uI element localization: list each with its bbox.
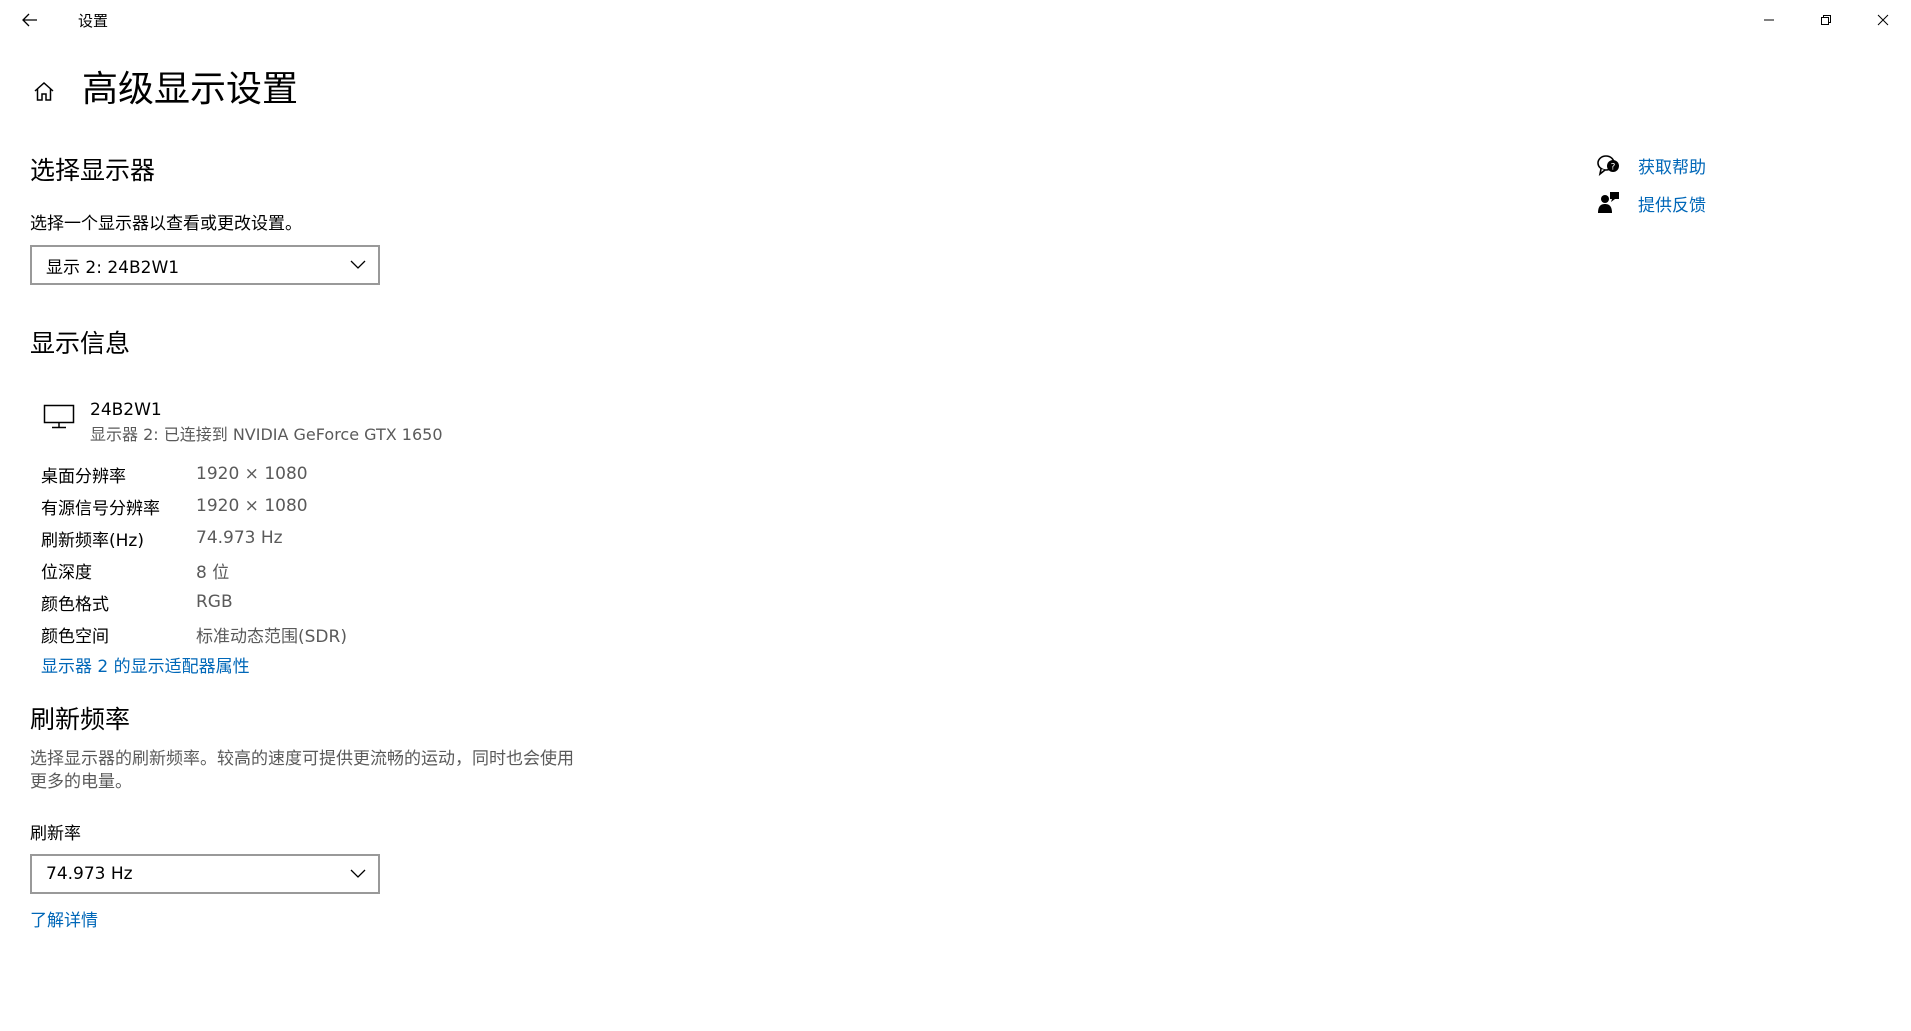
info-value: 1920 × 1080 [196, 464, 308, 484]
close-button[interactable] [1854, 0, 1911, 40]
refresh-description-line2: 更多的电量。 [30, 772, 132, 792]
chevron-down-icon [350, 869, 366, 878]
display-info-heading: 显示信息 [30, 329, 131, 358]
info-row-bit-depth: 位深度 8 位 [41, 554, 347, 586]
help-chat-icon: ? [1596, 152, 1622, 178]
info-key: 颜色空间 [41, 626, 109, 647]
home-icon [34, 81, 54, 101]
display-adapter-properties-link[interactable]: 显示器 2 的显示适配器属性 [41, 656, 250, 678]
refresh-rate-heading: 刷新频率 [30, 705, 131, 734]
window-title: 设置 [78, 12, 109, 30]
related-links: ? 获取帮助 提供反馈 [1596, 146, 1706, 222]
info-value: 74.973 Hz [196, 528, 283, 548]
give-feedback-label: 提供反馈 [1638, 195, 1706, 216]
info-key: 桌面分辨率 [41, 466, 126, 487]
home-button[interactable] [30, 78, 58, 106]
restore-button[interactable] [1797, 0, 1854, 40]
info-value: 8 位 [196, 562, 230, 583]
refresh-rate-label: 刷新率 [30, 824, 81, 844]
info-value: RGB [196, 592, 233, 612]
display-select-dropdown[interactable]: 显示 2: 24B2W1 [30, 245, 380, 285]
display-select-value: 显示 2: 24B2W1 [46, 257, 180, 278]
info-key: 刷新频率(Hz) [41, 530, 144, 551]
restore-icon [1820, 15, 1831, 25]
refresh-rate-value: 74.973 Hz [46, 864, 133, 884]
select-display-description: 选择一个显示器以查看或更改设置。 [30, 214, 302, 234]
minimize-button[interactable] [1740, 0, 1797, 40]
info-row-refresh-rate: 刷新频率(Hz) 74.973 Hz [41, 522, 347, 554]
info-row-active-signal-resolution: 有源信号分辨率 1920 × 1080 [41, 490, 347, 522]
monitor-name: 24B2W1 [90, 400, 162, 420]
svg-text:?: ? [1611, 163, 1616, 173]
select-display-heading: 选择显示器 [30, 156, 156, 185]
display-info-table: 桌面分辨率 1920 × 1080 有源信号分辨率 1920 × 1080 刷新… [41, 458, 347, 650]
feedback-icon [1596, 190, 1622, 216]
chevron-down-icon [350, 260, 366, 269]
minimize-icon [1763, 19, 1774, 21]
info-row-color-format: 颜色格式 RGB [41, 586, 347, 618]
page-title: 高级显示设置 [82, 69, 299, 110]
window-controls [1740, 0, 1911, 40]
monitor-subtitle: 显示器 2: 已连接到 NVIDIA GeForce GTX 1650 [90, 425, 443, 444]
info-value: 1920 × 1080 [196, 496, 308, 516]
back-button[interactable] [16, 8, 44, 32]
give-feedback-link[interactable]: 提供反馈 [1596, 184, 1706, 222]
refresh-rate-dropdown[interactable]: 74.973 Hz [30, 854, 380, 894]
info-key: 位深度 [41, 562, 92, 583]
learn-more-link[interactable]: 了解详情 [30, 910, 98, 932]
back-arrow-icon [22, 13, 37, 27]
title-bar: 设置 [0, 0, 1911, 40]
info-key: 颜色格式 [41, 594, 109, 615]
close-icon [1877, 14, 1888, 26]
info-row-desktop-resolution: 桌面分辨率 1920 × 1080 [41, 458, 347, 490]
monitor-icon [43, 404, 75, 429]
info-row-color-space: 颜色空间 标准动态范围(SDR) [41, 618, 347, 650]
info-value: 标准动态范围(SDR) [196, 626, 347, 647]
info-key: 有源信号分辨率 [41, 498, 160, 519]
refresh-description-line1: 选择显示器的刷新频率。较高的速度可提供更流畅的运动，同时也会使用 [30, 749, 574, 769]
get-help-link[interactable]: ? 获取帮助 [1596, 146, 1706, 184]
get-help-label: 获取帮助 [1638, 157, 1706, 178]
